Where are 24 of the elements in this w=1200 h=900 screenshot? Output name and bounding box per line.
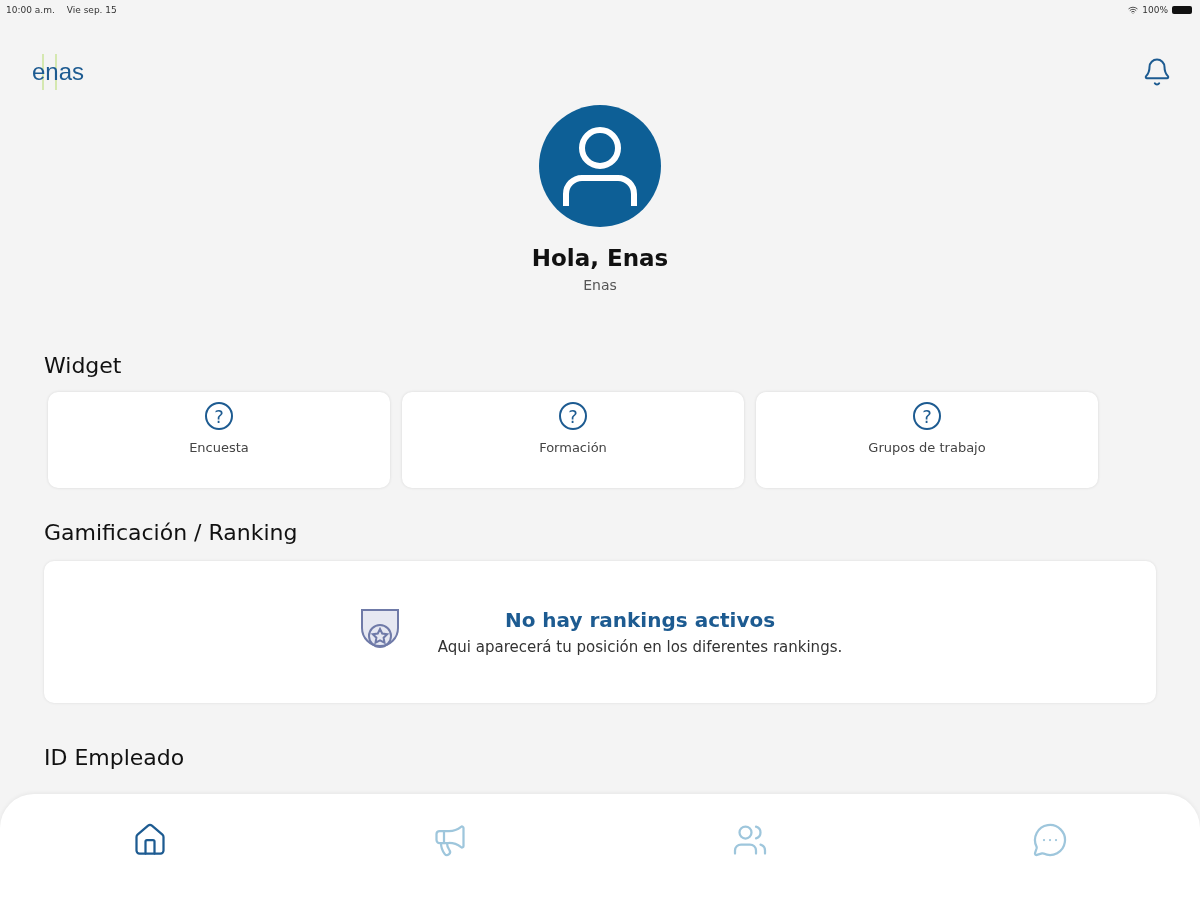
wifi-icon bbox=[1128, 5, 1139, 15]
widget-label: Formación bbox=[539, 440, 607, 455]
empty-text: Aqui aparecerá tu posición en los diferentes rankings. bbox=[437, 638, 843, 656]
help-icon: ? bbox=[913, 402, 941, 430]
battery-icon bbox=[1172, 6, 1192, 14]
battery-percent: 100% bbox=[1142, 5, 1168, 15]
status-date: Vie sep. 15 bbox=[66, 5, 117, 15]
widget-card[interactable]: ? Formación bbox=[402, 392, 744, 488]
widget-label: Grupos de trabajo bbox=[868, 440, 986, 455]
user-name: Enas bbox=[583, 277, 617, 293]
widget-card[interactable]: ? Grupos de trabajo bbox=[756, 392, 1098, 488]
section-title: Widget bbox=[44, 353, 123, 378]
help-icon: ? bbox=[559, 402, 587, 430]
greeting: Hola, Enas bbox=[531, 245, 669, 271]
logo: enas bbox=[30, 54, 87, 90]
section-title: ID Empleado bbox=[44, 745, 186, 770]
widget-label: Encuesta bbox=[189, 440, 249, 455]
section-title: Gamificación / Ranking bbox=[44, 520, 299, 545]
widget-card[interactable]: ? Encuesta bbox=[48, 392, 390, 488]
person-icon bbox=[560, 124, 640, 208]
help-icon: ? bbox=[205, 402, 233, 430]
empty-title: No hay rankings activos bbox=[504, 608, 776, 632]
status-time: 10:00 a.m. bbox=[6, 5, 55, 15]
notification-bell-icon[interactable] bbox=[1142, 57, 1172, 87]
